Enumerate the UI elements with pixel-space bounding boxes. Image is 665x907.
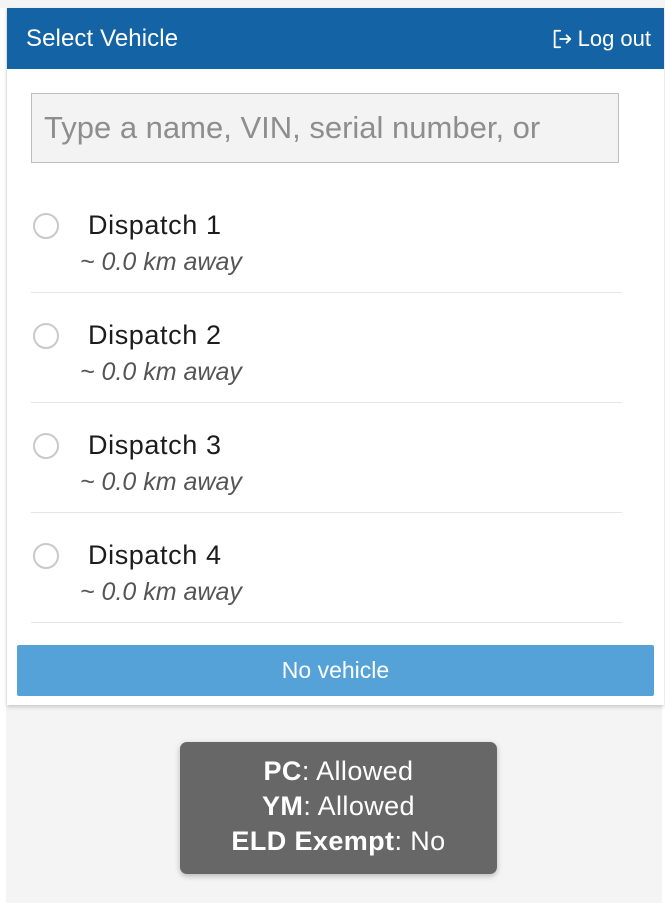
vehicle-item-dispatch-2[interactable]: Dispatch 2 ~ 0.0 km away <box>31 293 622 403</box>
no-vehicle-button[interactable]: No vehicle <box>17 645 654 696</box>
vehicle-item-dispatch-1[interactable]: Dispatch 1 ~ 0.0 km away <box>31 183 622 293</box>
status-ym: YM: Allowed <box>180 789 497 824</box>
header-bar: Select Vehicle Log out <box>7 8 664 69</box>
radio-unchecked-icon[interactable] <box>33 543 59 569</box>
status-ym-value: : Allowed <box>303 791 415 821</box>
vehicle-name: Dispatch 4 <box>88 540 222 570</box>
frame-edge-left <box>0 8 6 907</box>
radio-unchecked-icon[interactable] <box>33 433 59 459</box>
radio-unchecked-icon[interactable] <box>33 213 59 239</box>
vehicle-item-dispatch-3[interactable]: Dispatch 3 ~ 0.0 km away <box>31 403 622 513</box>
radio-unchecked-icon[interactable] <box>33 323 59 349</box>
vehicle-name: Dispatch 3 <box>88 430 222 460</box>
app-frame: Select Vehicle Log out Dispatch 1 ~ 0.0 … <box>0 0 665 907</box>
status-eld-label: ELD Exempt <box>231 826 395 856</box>
vehicle-search-input[interactable] <box>31 93 619 163</box>
vehicle-name: Dispatch 2 <box>88 320 222 350</box>
vehicle-distance: ~ 0.0 km away <box>80 578 242 606</box>
status-toast: PC: Allowed YM: Allowed ELD Exempt: No <box>180 742 497 874</box>
status-pc-label: PC <box>263 756 302 786</box>
vehicle-list: Dispatch 1 ~ 0.0 km away Dispatch 2 ~ 0.… <box>31 183 622 623</box>
logout-label: Log out <box>577 26 651 51</box>
status-eld: ELD Exempt: No <box>180 824 497 859</box>
vehicle-item-dispatch-4[interactable]: Dispatch 4 ~ 0.0 km away <box>31 513 622 623</box>
page-title: Select Vehicle <box>26 25 179 52</box>
status-pc: PC: Allowed <box>180 754 497 789</box>
status-pc-value: : Allowed <box>301 756 414 786</box>
vehicle-distance: ~ 0.0 km away <box>80 248 242 276</box>
vehicle-distance: ~ 0.0 km away <box>80 468 242 496</box>
logout-icon <box>551 28 573 50</box>
status-eld-value: : No <box>394 826 446 856</box>
vehicle-distance: ~ 0.0 km away <box>80 358 242 386</box>
frame-edge-bottom <box>0 903 665 907</box>
status-ym-label: YM <box>262 791 304 821</box>
vehicle-name: Dispatch 1 <box>88 210 222 240</box>
select-vehicle-panel: Select Vehicle Log out Dispatch 1 ~ 0.0 … <box>7 8 664 705</box>
logout-button[interactable]: Log out <box>551 26 651 52</box>
